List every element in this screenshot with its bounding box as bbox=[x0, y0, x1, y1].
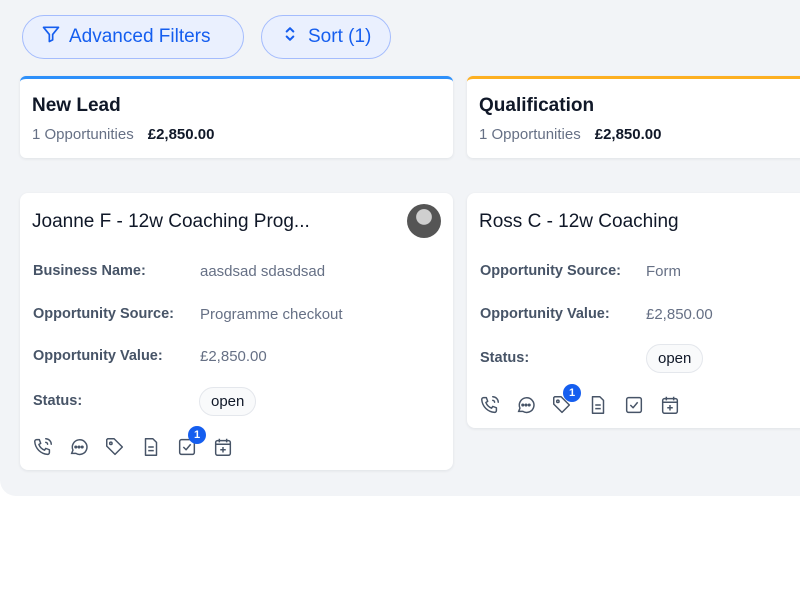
field-opportunity-source: Opportunity Source: Form bbox=[480, 263, 681, 280]
field-value: aasdsad sdasdsad bbox=[200, 262, 326, 280]
status-badge: open bbox=[646, 343, 704, 373]
phone-icon[interactable] bbox=[32, 436, 54, 458]
field-label: Opportunity Value: bbox=[480, 306, 610, 322]
field-label: Status: bbox=[480, 350, 530, 366]
field-label: Opportunity Source: bbox=[33, 306, 174, 322]
status-badge: open bbox=[199, 386, 257, 416]
sort-label: Sort (1) bbox=[308, 26, 372, 47]
stage-header-qualification: Qualification 1 Opportunities £2,850.00 bbox=[467, 76, 800, 158]
stage-title: New Lead bbox=[32, 95, 121, 116]
card-actions: 1 bbox=[479, 384, 681, 416]
field-business-name: Business Name: aasdsad sdasdsad bbox=[33, 263, 325, 280]
message-icon[interactable] bbox=[515, 394, 537, 416]
advanced-filters-label: Advanced Filters bbox=[69, 26, 211, 47]
field-opportunity-value: Opportunity Value: £2,850.00 bbox=[33, 348, 267, 365]
note-icon[interactable] bbox=[587, 394, 609, 416]
field-value: Programme checkout bbox=[200, 305, 343, 323]
stage-amount: £2,850.00 bbox=[594, 126, 662, 143]
field-opportunity-value: Opportunity Value: £2,850.00 bbox=[480, 306, 713, 323]
sort-button[interactable]: Sort (1) bbox=[261, 15, 391, 59]
opportunity-card-ross[interactable]: Ross C - 12w Coaching Opportunity Source… bbox=[467, 193, 800, 428]
note-icon[interactable] bbox=[140, 436, 162, 458]
opportunity-title[interactable]: Joanne F - 12w Coaching Prog... bbox=[32, 211, 441, 233]
tag-icon[interactable]: 1 bbox=[551, 384, 581, 416]
field-label: Opportunity Value: bbox=[33, 348, 163, 364]
field-label: Business Name: bbox=[33, 263, 146, 279]
opportunity-title[interactable]: Ross C - 12w Coaching bbox=[479, 211, 800, 233]
stage-count: 1 Opportunities bbox=[32, 126, 134, 143]
field-status: Status: open bbox=[33, 385, 257, 417]
task-icon[interactable]: 1 bbox=[176, 426, 206, 458]
stage-amount: £2,850.00 bbox=[147, 126, 215, 143]
card-actions: 1 bbox=[32, 426, 234, 458]
field-value: Form bbox=[646, 262, 681, 280]
advanced-filters-button[interactable]: Advanced Filters bbox=[22, 15, 244, 59]
message-icon[interactable] bbox=[68, 436, 90, 458]
calendar-icon[interactable] bbox=[659, 394, 681, 416]
tag-icon[interactable] bbox=[104, 436, 126, 458]
stage-title: Qualification bbox=[479, 95, 595, 116]
pipeline-board: Advanced Filters Sort (1) New Lead 1 Opp… bbox=[0, 0, 800, 496]
field-label: Opportunity Source: bbox=[480, 263, 621, 279]
calendar-icon[interactable] bbox=[212, 436, 234, 458]
stage-header-new-lead: New Lead 1 Opportunities £2,850.00 bbox=[20, 76, 453, 158]
task-icon[interactable] bbox=[623, 394, 645, 416]
task-count-badge: 1 bbox=[188, 426, 206, 444]
phone-icon[interactable] bbox=[479, 394, 501, 416]
field-value: £2,850.00 bbox=[646, 305, 713, 323]
field-status: Status: open bbox=[480, 342, 704, 374]
stage-count: 1 Opportunities bbox=[479, 126, 581, 143]
opportunity-card-joanne[interactable]: Joanne F - 12w Coaching Prog... Business… bbox=[20, 193, 453, 470]
field-opportunity-source: Opportunity Source: Programme checkout bbox=[33, 306, 343, 323]
avatar[interactable] bbox=[407, 204, 441, 238]
sort-icon bbox=[280, 24, 300, 50]
field-value: £2,850.00 bbox=[200, 347, 267, 365]
filter-icon bbox=[41, 24, 61, 50]
tag-count-badge: 1 bbox=[563, 384, 581, 402]
field-label: Status: bbox=[33, 393, 83, 409]
